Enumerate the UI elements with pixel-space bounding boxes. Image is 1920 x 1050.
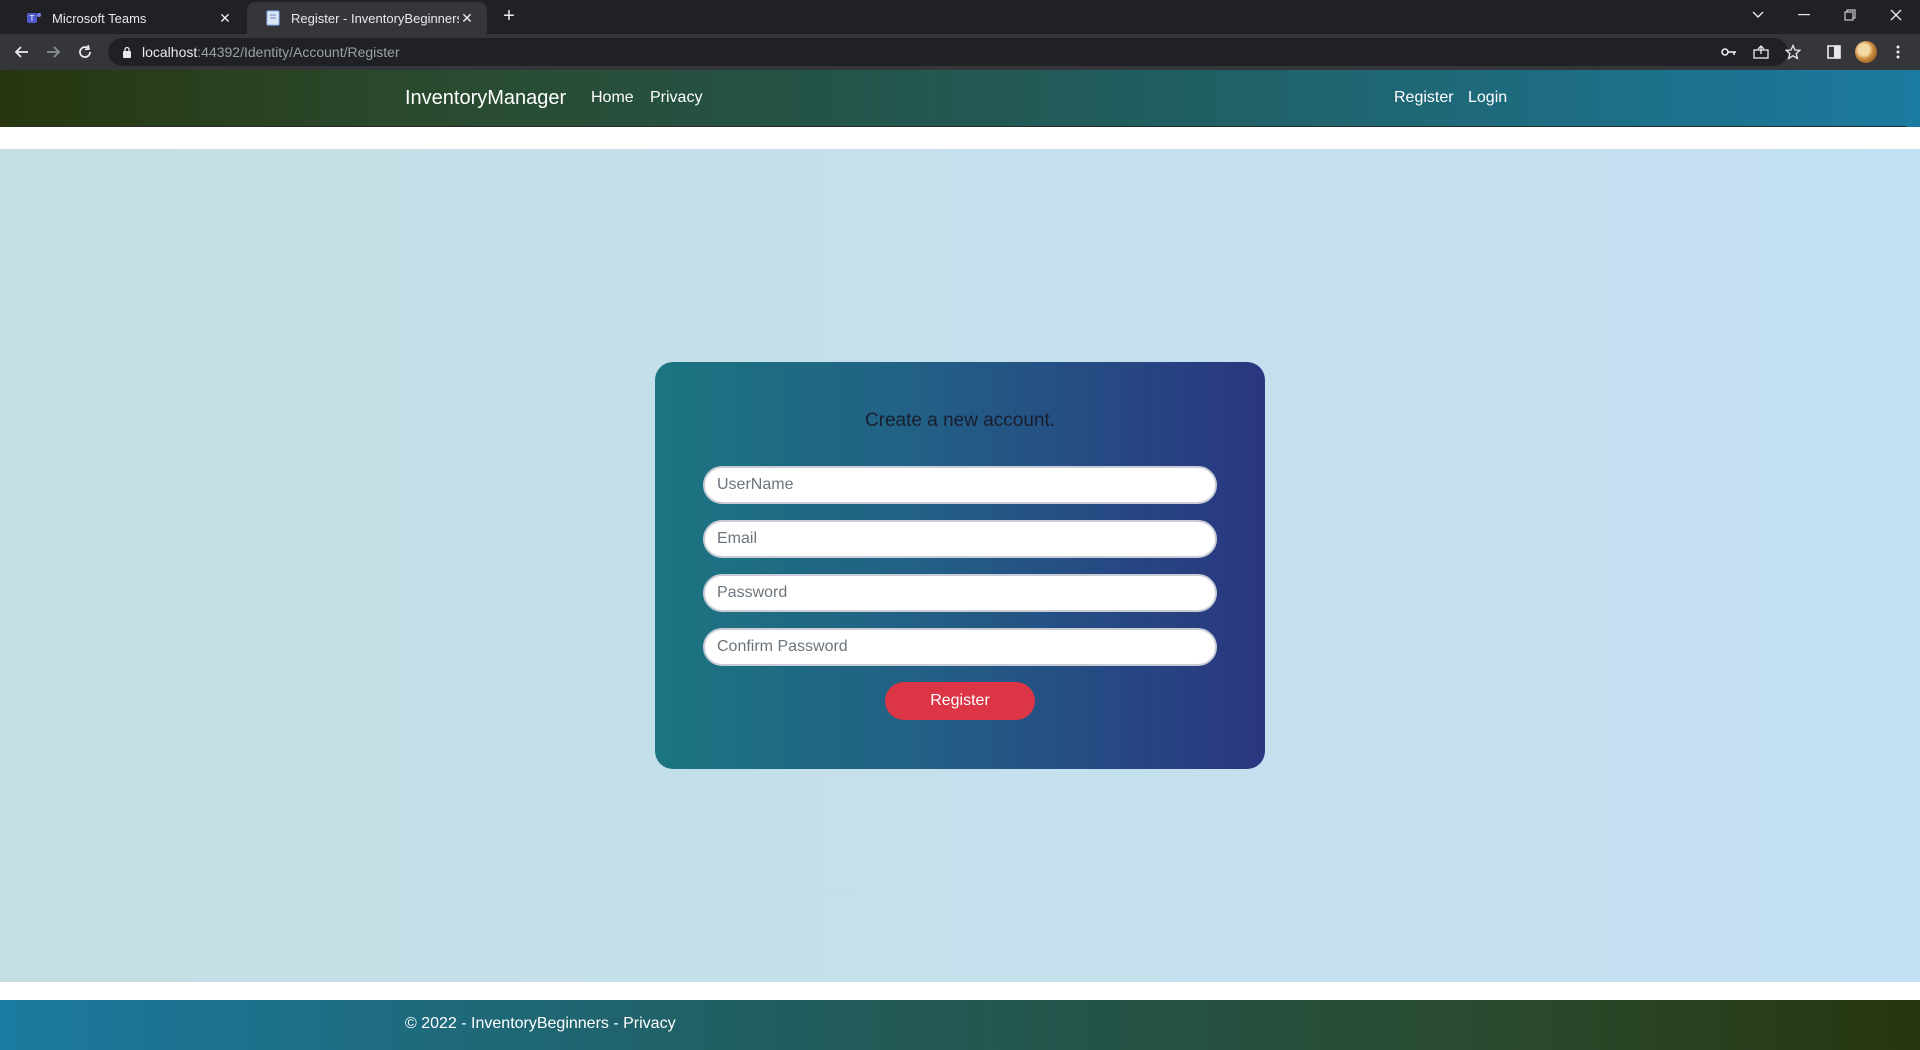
teams-icon: T — [26, 10, 42, 26]
navbar-divider — [14, 126, 1906, 127]
minimize-icon[interactable] — [1781, 0, 1827, 30]
browser-toolbar: localhost:44392/Identity/Account/Registe… — [0, 34, 1920, 70]
profile-avatar[interactable] — [1855, 41, 1877, 63]
page-viewport: InventoryManager Home Privacy Register L… — [0, 70, 1920, 1050]
key-icon[interactable] — [1717, 40, 1741, 64]
nav-register-link[interactable]: Register — [1394, 89, 1454, 107]
tab-close-icon[interactable]: ✕ — [459, 10, 475, 26]
footer-privacy-link[interactable]: Privacy — [623, 1015, 675, 1032]
restore-icon[interactable] — [1827, 0, 1873, 30]
nav-login-link[interactable]: Login — [1468, 89, 1507, 107]
url-text: localhost:44392/Identity/Account/Registe… — [142, 44, 400, 60]
browser-tabstrip: T Microsoft Teams ✕ Register - Inventory… — [0, 0, 1920, 34]
site-navbar: InventoryManager Home Privacy Register L… — [0, 70, 1920, 127]
browser-menu-icon[interactable] — [1886, 40, 1910, 64]
footer-copyright: © 2022 - InventoryBeginners - — [405, 1015, 624, 1032]
tab-search-icon[interactable] — [1735, 0, 1781, 30]
site-brand[interactable]: InventoryManager — [405, 87, 566, 110]
confirm-password-field[interactable] — [703, 628, 1217, 666]
close-window-icon[interactable] — [1873, 0, 1919, 30]
new-tab-icon[interactable]: + — [498, 6, 520, 28]
share-icon[interactable] — [1749, 40, 1773, 64]
nav-privacy-link[interactable]: Privacy — [650, 89, 702, 107]
address-bar[interactable]: localhost:44392/Identity/Account/Registe… — [108, 38, 1788, 66]
site-footer: © 2022 - InventoryBeginners - Privacy — [0, 1000, 1920, 1050]
username-field[interactable] — [703, 466, 1217, 504]
tab-register[interactable]: Register - InventoryBeginners ✕ — [247, 2, 487, 34]
page-icon — [265, 10, 281, 26]
url-host: localhost — [142, 44, 198, 60]
register-card: Create a new account. Register — [655, 362, 1265, 769]
tab-label: Register - InventoryBeginners — [291, 10, 459, 26]
tab-microsoft-teams[interactable]: T Microsoft Teams ✕ — [8, 2, 245, 34]
reload-icon[interactable] — [73, 40, 97, 64]
side-panel-icon[interactable] — [1822, 40, 1846, 64]
lock-icon — [122, 46, 132, 58]
tab-label: Microsoft Teams — [52, 10, 147, 26]
tab-close-icon[interactable]: ✕ — [217, 10, 233, 26]
forward-icon[interactable] — [41, 40, 65, 64]
main-content: Create a new account. Register — [0, 149, 1920, 982]
password-field[interactable] — [703, 574, 1217, 612]
bookmark-star-icon[interactable] — [1781, 40, 1805, 64]
footer-text: © 2022 - InventoryBeginners - Privacy — [405, 1015, 676, 1033]
email-field[interactable] — [703, 520, 1217, 558]
nav-home-link[interactable]: Home — [591, 89, 634, 107]
url-path: :44392/Identity/Account/Register — [197, 44, 400, 60]
svg-text:T: T — [30, 14, 35, 23]
back-icon[interactable] — [10, 40, 34, 64]
register-title: Create a new account. — [864, 410, 1056, 431]
register-button[interactable]: Register — [885, 682, 1035, 720]
